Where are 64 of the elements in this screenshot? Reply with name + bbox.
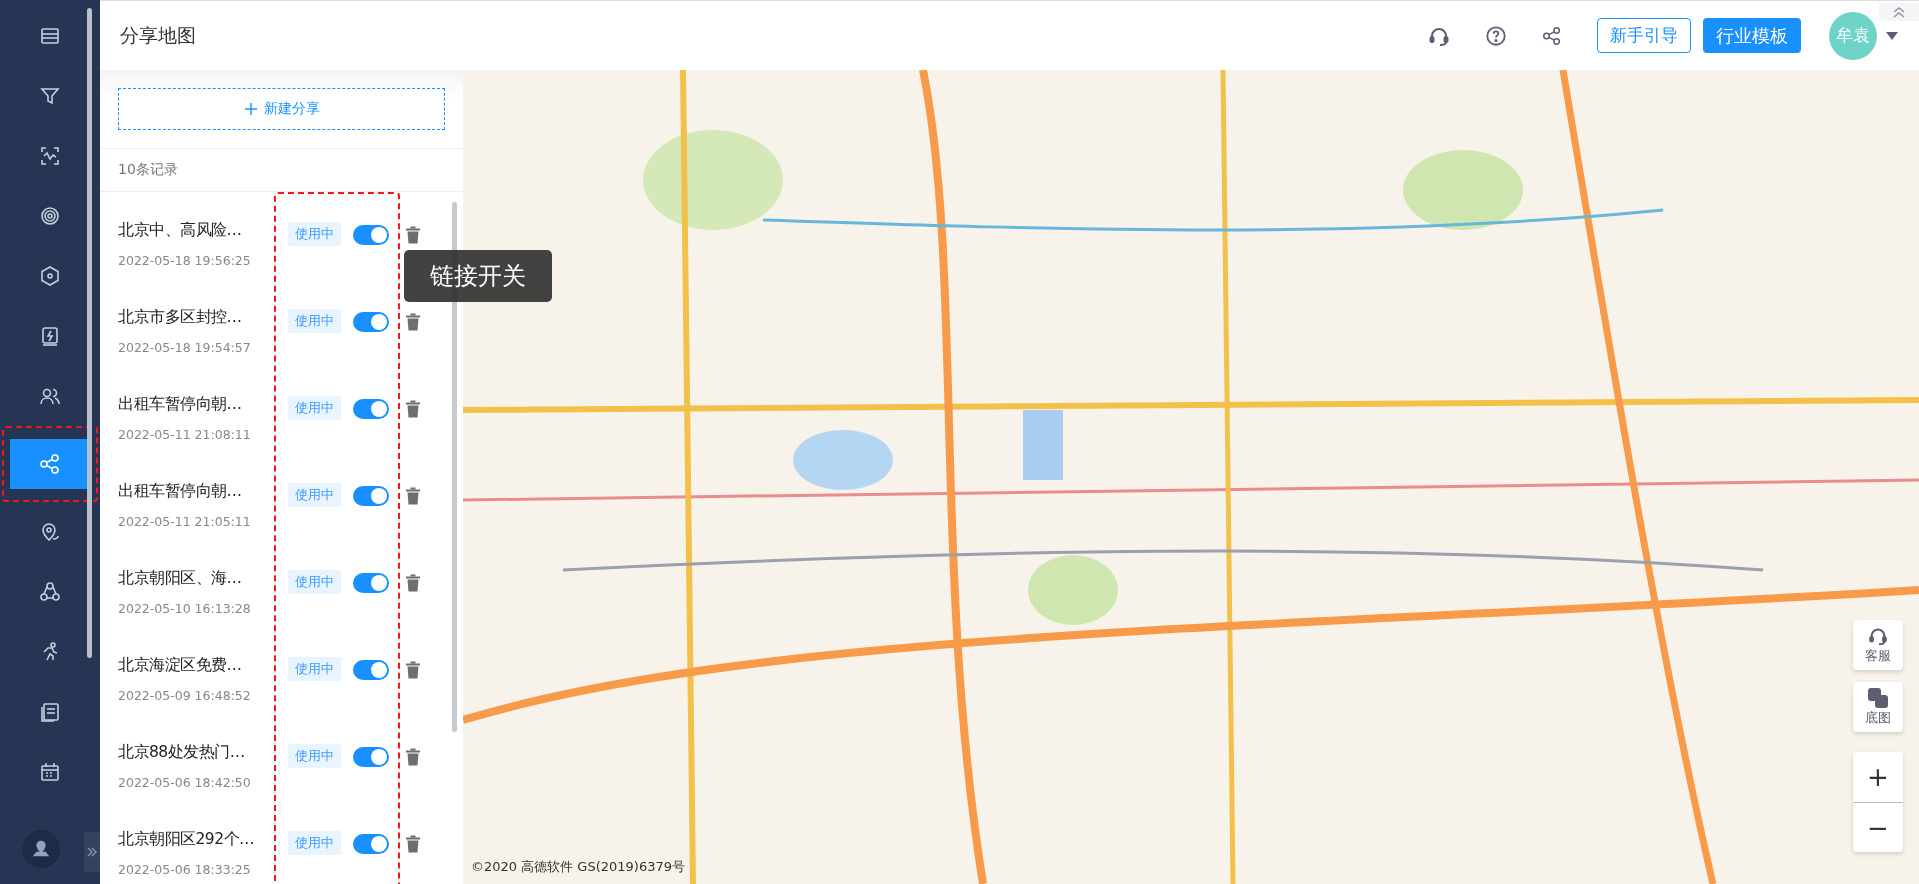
delete-icon[interactable]	[405, 313, 421, 331]
map-pin-icon[interactable]	[22, 830, 60, 868]
share-title[interactable]: 出租车暂停向朝…	[118, 481, 288, 502]
scrollbar[interactable]	[87, 8, 92, 658]
record-count: 10条记录	[100, 148, 463, 192]
network-icon	[38, 580, 62, 604]
share-date: 2022-05-11 21:05:11	[118, 514, 252, 529]
basemap-button[interactable]: 底图	[1853, 682, 1903, 732]
share-date: 2022-05-18 19:54:57	[118, 340, 252, 355]
share-title[interactable]: 北京中、高风险…	[118, 220, 288, 241]
link-switch[interactable]	[353, 573, 389, 593]
status-tag: 使用中	[288, 483, 341, 507]
share-icon[interactable]	[1541, 24, 1563, 47]
zoom-in-button[interactable]: +	[1853, 752, 1903, 802]
status-tag: 使用中	[288, 831, 341, 855]
delete-icon[interactable]	[405, 661, 421, 679]
share-title[interactable]: 北京海淀区免费…	[118, 655, 288, 676]
map-copyright: ©2020 高德软件 GS(2019)6379号	[471, 858, 685, 876]
share-title[interactable]: 出租车暂停向朝…	[118, 394, 288, 415]
page-title: 分享地图	[120, 22, 197, 48]
share-title[interactable]: 北京朝阳区、海…	[118, 568, 288, 589]
expand-icon[interactable]	[84, 832, 100, 872]
hexagon-icon	[38, 264, 62, 288]
caret-icon[interactable]	[1885, 30, 1899, 41]
link-switch[interactable]	[353, 312, 389, 332]
chart-icon	[38, 144, 62, 168]
calendar-icon	[38, 760, 62, 784]
link-switch[interactable]	[353, 747, 389, 767]
plus-icon	[243, 102, 258, 116]
share-icon	[38, 452, 62, 476]
share-date: 2022-05-10 16:13:28	[118, 601, 252, 616]
share-title[interactable]: 北京市多区封控…	[118, 307, 288, 328]
link-switch[interactable]	[353, 399, 389, 419]
status-tag: 使用中	[288, 570, 341, 594]
status-tag: 使用中	[288, 657, 341, 681]
status-tag: 使用中	[288, 396, 341, 420]
link-switch[interactable]	[353, 834, 389, 854]
delete-icon[interactable]	[405, 226, 421, 244]
share-title[interactable]: 北京88处发热门…	[118, 742, 288, 763]
service-button[interactable]: 客服	[1853, 620, 1903, 670]
link-switch[interactable]	[353, 660, 389, 680]
share-title[interactable]: 北京朝阳区292个…	[118, 829, 288, 850]
link-switch[interactable]	[353, 486, 389, 506]
share-date: 2022-05-18 19:56:25	[118, 253, 252, 268]
collapse-icon[interactable]	[1879, 3, 1919, 21]
share-date: 2022-05-06 18:42:50	[118, 775, 252, 790]
layers-icon	[1867, 687, 1889, 709]
status-tag: 使用中	[288, 309, 341, 333]
status-tag: 使用中	[288, 222, 341, 246]
document-icon	[38, 700, 62, 724]
tooltip: 链接开关	[404, 250, 552, 302]
delete-icon[interactable]	[405, 400, 421, 418]
delete-icon[interactable]	[405, 574, 421, 592]
delete-icon[interactable]	[405, 835, 421, 853]
delete-icon[interactable]	[405, 748, 421, 766]
zoom-out-button[interactable]: −	[1853, 802, 1903, 852]
share-date: 2022-05-06 18:33:25	[118, 862, 252, 877]
status-tag: 使用中	[288, 744, 341, 768]
share-date: 2022-05-11 21:08:11	[118, 427, 252, 442]
link-switch[interactable]	[353, 225, 389, 245]
help-icon[interactable]	[1485, 24, 1507, 47]
share-date: 2022-05-09 16:48:52	[118, 688, 252, 703]
delete-icon[interactable]	[405, 487, 421, 505]
target-icon	[38, 204, 62, 228]
